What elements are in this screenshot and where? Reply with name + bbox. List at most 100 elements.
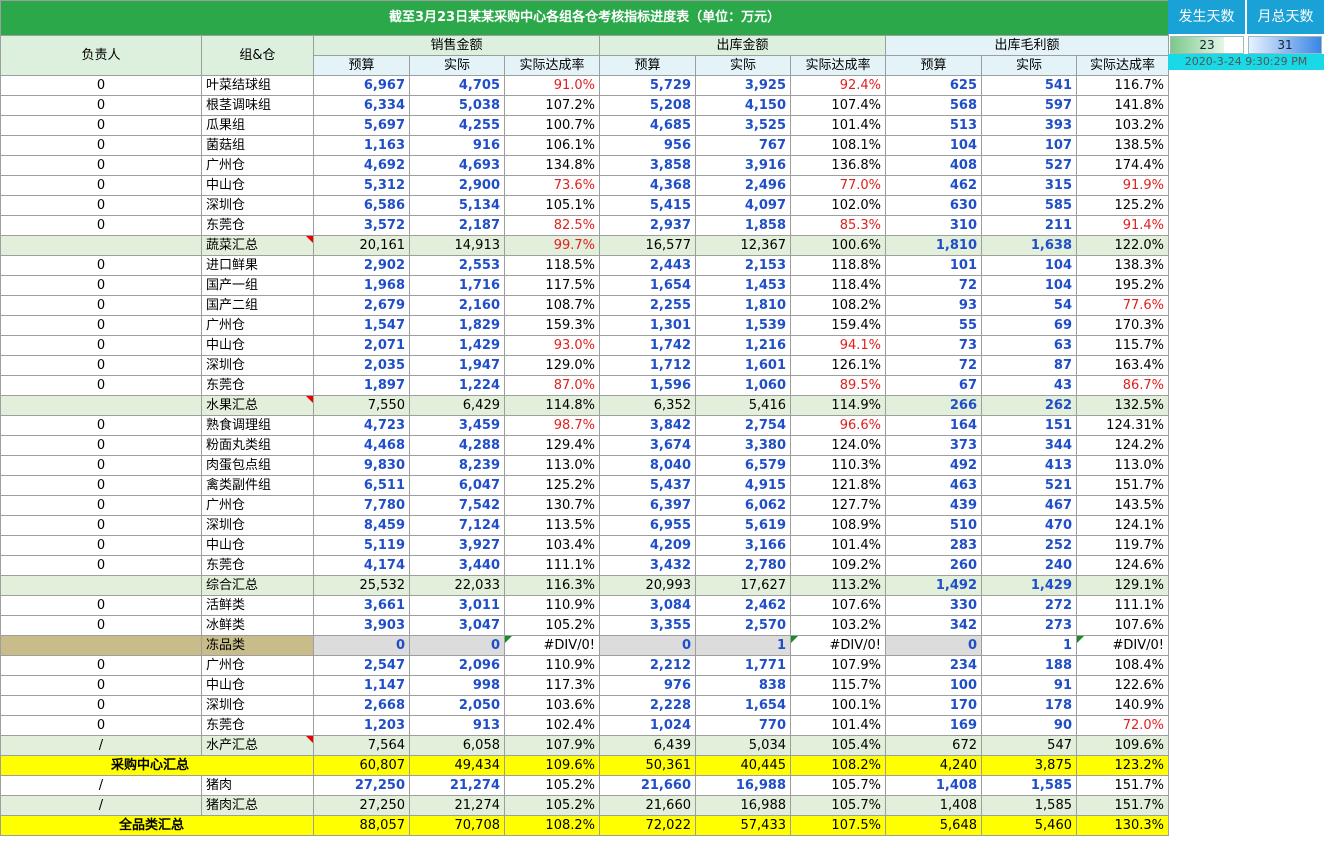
rate-cell[interactable]: 103.4%: [504, 535, 600, 556]
rate-cell[interactable]: 108.2%: [790, 295, 886, 316]
amount-cell[interactable]: 262: [981, 395, 1077, 416]
amount-cell[interactable]: 3,661: [313, 595, 410, 616]
amount-cell[interactable]: 393: [981, 115, 1077, 136]
rate-cell[interactable]: 123.2%: [1075, 755, 1170, 776]
group-cell[interactable]: 中山仓: [201, 335, 314, 356]
rate-cell[interactable]: 77.6%: [1075, 295, 1170, 316]
rate-cell[interactable]: 105.2%: [504, 795, 600, 816]
group-cell[interactable]: 冰鲜类: [201, 615, 314, 636]
amount-cell[interactable]: 25,532: [313, 575, 410, 596]
amount-cell[interactable]: 1,858: [695, 215, 791, 236]
amount-cell[interactable]: 5,648: [885, 815, 982, 836]
amount-cell[interactable]: 373: [885, 435, 982, 456]
amount-cell[interactable]: 1,547: [313, 315, 410, 336]
rate-cell[interactable]: 110.9%: [504, 595, 600, 616]
person-cell[interactable]: /: [0, 795, 202, 816]
amount-cell[interactable]: 2,035: [313, 355, 410, 376]
rate-cell[interactable]: 102.4%: [504, 715, 600, 736]
amount-cell[interactable]: 12,367: [695, 235, 791, 256]
amount-cell[interactable]: 1,638: [981, 235, 1077, 256]
group-cell[interactable]: 根茎调味组: [201, 95, 314, 116]
amount-cell[interactable]: 1,654: [695, 695, 791, 716]
amount-cell[interactable]: 4,685: [599, 115, 696, 136]
amount-cell[interactable]: 408: [885, 155, 982, 176]
group-cell[interactable]: 禽类副件组: [201, 475, 314, 496]
amount-cell[interactable]: 4,255: [409, 115, 505, 136]
amount-cell[interactable]: 1,654: [599, 275, 696, 296]
amount-cell[interactable]: 8,459: [313, 515, 410, 536]
group-cell[interactable]: 国产一组: [201, 275, 314, 296]
amount-cell[interactable]: 2,160: [409, 295, 505, 316]
amount-cell[interactable]: 470: [981, 515, 1077, 536]
amount-cell[interactable]: 510: [885, 515, 982, 536]
rate-cell[interactable]: #DIV/0!: [790, 635, 886, 656]
amount-cell[interactable]: 315: [981, 175, 1077, 196]
amount-cell[interactable]: 6,955: [599, 515, 696, 536]
rate-cell[interactable]: 105.7%: [790, 775, 886, 796]
group-cell[interactable]: 东莞仓: [201, 375, 314, 396]
amount-cell[interactable]: 178: [981, 695, 1077, 716]
rate-cell[interactable]: 89.5%: [790, 375, 886, 396]
rate-cell[interactable]: 73.6%: [504, 175, 600, 196]
amount-cell[interactable]: 1,601: [695, 355, 791, 376]
amount-cell[interactable]: 6,967: [313, 75, 410, 96]
amount-cell[interactable]: 1,771: [695, 655, 791, 676]
person-cell[interactable]: /: [0, 735, 202, 756]
person-cell[interactable]: 0: [0, 315, 202, 336]
group-cell[interactable]: 东莞仓: [201, 715, 314, 736]
header-margin-rate[interactable]: 实际达成率: [1075, 55, 1170, 76]
amount-cell[interactable]: 4,368: [599, 175, 696, 196]
amount-cell[interactable]: 1,897: [313, 375, 410, 396]
amount-cell[interactable]: 21,660: [599, 775, 696, 796]
rate-cell[interactable]: 108.4%: [1075, 655, 1170, 676]
person-cell[interactable]: 0: [0, 515, 202, 536]
rate-cell[interactable]: 85.3%: [790, 215, 886, 236]
group-cell[interactable]: 猪肉: [201, 775, 314, 796]
amount-cell[interactable]: 462: [885, 175, 982, 196]
amount-cell[interactable]: 1,429: [409, 335, 505, 356]
amount-cell[interactable]: 3,927: [409, 535, 505, 556]
amount-cell[interactable]: 1,163: [313, 135, 410, 156]
amount-cell[interactable]: 4,915: [695, 475, 791, 496]
person-cell[interactable]: [0, 235, 202, 256]
amount-cell[interactable]: 88,057: [313, 815, 410, 836]
rate-cell[interactable]: 87.0%: [504, 375, 600, 396]
amount-cell[interactable]: 27,250: [313, 795, 410, 816]
amount-cell[interactable]: 6,397: [599, 495, 696, 516]
header-outbound-budget[interactable]: 预算: [599, 55, 696, 76]
group-cell[interactable]: 深圳仓: [201, 195, 314, 216]
rate-cell[interactable]: 132.5%: [1075, 395, 1170, 416]
amount-cell[interactable]: 6,586: [313, 195, 410, 216]
rate-cell[interactable]: 141.8%: [1075, 95, 1170, 116]
rate-cell[interactable]: 101.4%: [790, 535, 886, 556]
amount-cell[interactable]: 2,212: [599, 655, 696, 676]
rate-cell[interactable]: 114.9%: [790, 395, 886, 416]
amount-cell[interactable]: 272: [981, 595, 1077, 616]
amount-cell[interactable]: 107: [981, 135, 1077, 156]
rate-cell[interactable]: #DIV/0!: [504, 635, 600, 656]
amount-cell[interactable]: 283: [885, 535, 982, 556]
rate-cell[interactable]: 174.4%: [1075, 155, 1170, 176]
rate-cell[interactable]: 151.7%: [1075, 795, 1170, 816]
person-cell[interactable]: /: [0, 775, 202, 796]
amount-cell[interactable]: 5,729: [599, 75, 696, 96]
amount-cell[interactable]: 547: [981, 735, 1077, 756]
person-cell[interactable]: 0: [0, 375, 202, 396]
rate-cell[interactable]: 99.7%: [504, 235, 600, 256]
amount-cell[interactable]: 3,858: [599, 155, 696, 176]
person-cell[interactable]: 0: [0, 155, 202, 176]
amount-cell[interactable]: 2,547: [313, 655, 410, 676]
rate-cell[interactable]: 102.0%: [790, 195, 886, 216]
rate-cell[interactable]: 111.1%: [504, 555, 600, 576]
person-cell[interactable]: 0: [0, 95, 202, 116]
amount-cell[interactable]: 27,250: [313, 775, 410, 796]
amount-cell[interactable]: 169: [885, 715, 982, 736]
header-margin-actual[interactable]: 实际: [981, 55, 1077, 76]
person-cell[interactable]: 0: [0, 415, 202, 436]
amount-cell[interactable]: 998: [409, 675, 505, 696]
amount-cell[interactable]: 1,301: [599, 315, 696, 336]
amount-cell[interactable]: 597: [981, 95, 1077, 116]
rate-cell[interactable]: 105.4%: [790, 735, 886, 756]
group-cell[interactable]: 深圳仓: [201, 695, 314, 716]
rate-cell[interactable]: 124.1%: [1075, 515, 1170, 536]
